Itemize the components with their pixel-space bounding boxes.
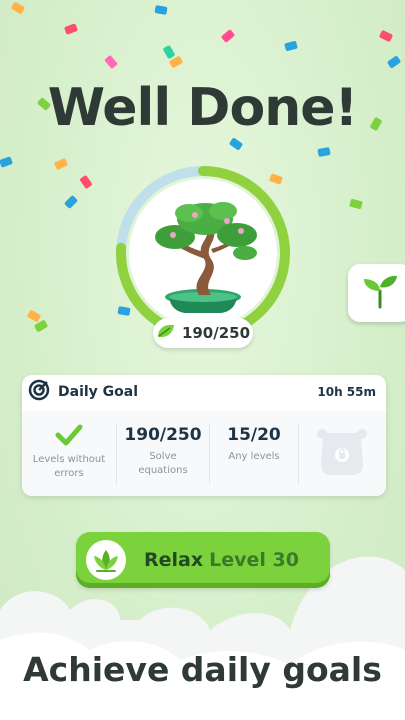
goal-value: 190/250 (124, 425, 202, 445)
goal-item-locked (299, 411, 385, 496)
goal-item-any-levels: 15/20 Any levels (210, 411, 298, 496)
tree-progress-counter: 190/250 (153, 318, 253, 348)
lotus-icon (86, 540, 126, 580)
relax-level-button[interactable]: Relax Level 30 (76, 532, 330, 588)
bonsai-tree-icon[interactable] (129, 179, 277, 327)
daily-goal-card: Daily Goal 10h 55m Levels without errors… (22, 375, 386, 496)
daily-goal-header: Daily Goal 10h 55m (22, 375, 386, 409)
lock-icon (313, 425, 371, 481)
daily-goal-timer: 10h 55m (317, 385, 376, 399)
relax-label: Relax (144, 549, 204, 571)
goal-label: Levels without errors (32, 454, 106, 479)
goal-label: Any levels (228, 451, 280, 462)
leaf-icon (156, 323, 176, 343)
tree-progress (113, 163, 293, 343)
checkmark-icon (55, 423, 83, 451)
relax-level: Level 30 (209, 549, 299, 571)
footer-caption: Achieve daily goals (23, 650, 382, 689)
target-icon (28, 379, 50, 405)
goal-label: Solve equations (138, 451, 188, 476)
daily-goal-list: Levels without errors 190/250 Solve equa… (22, 411, 386, 496)
goal-item-equations: 190/250 Solve equations (117, 411, 209, 496)
headline: Well Done! (47, 78, 358, 138)
tree-progress-label: 190/250 (181, 324, 251, 342)
goal-value: 15/20 (227, 425, 281, 445)
goal-item-no-errors: Levels without errors (22, 411, 116, 496)
daily-goal-title: Daily Goal (58, 384, 139, 400)
sprout-icon (360, 273, 400, 313)
sprout-button[interactable] (348, 264, 405, 322)
